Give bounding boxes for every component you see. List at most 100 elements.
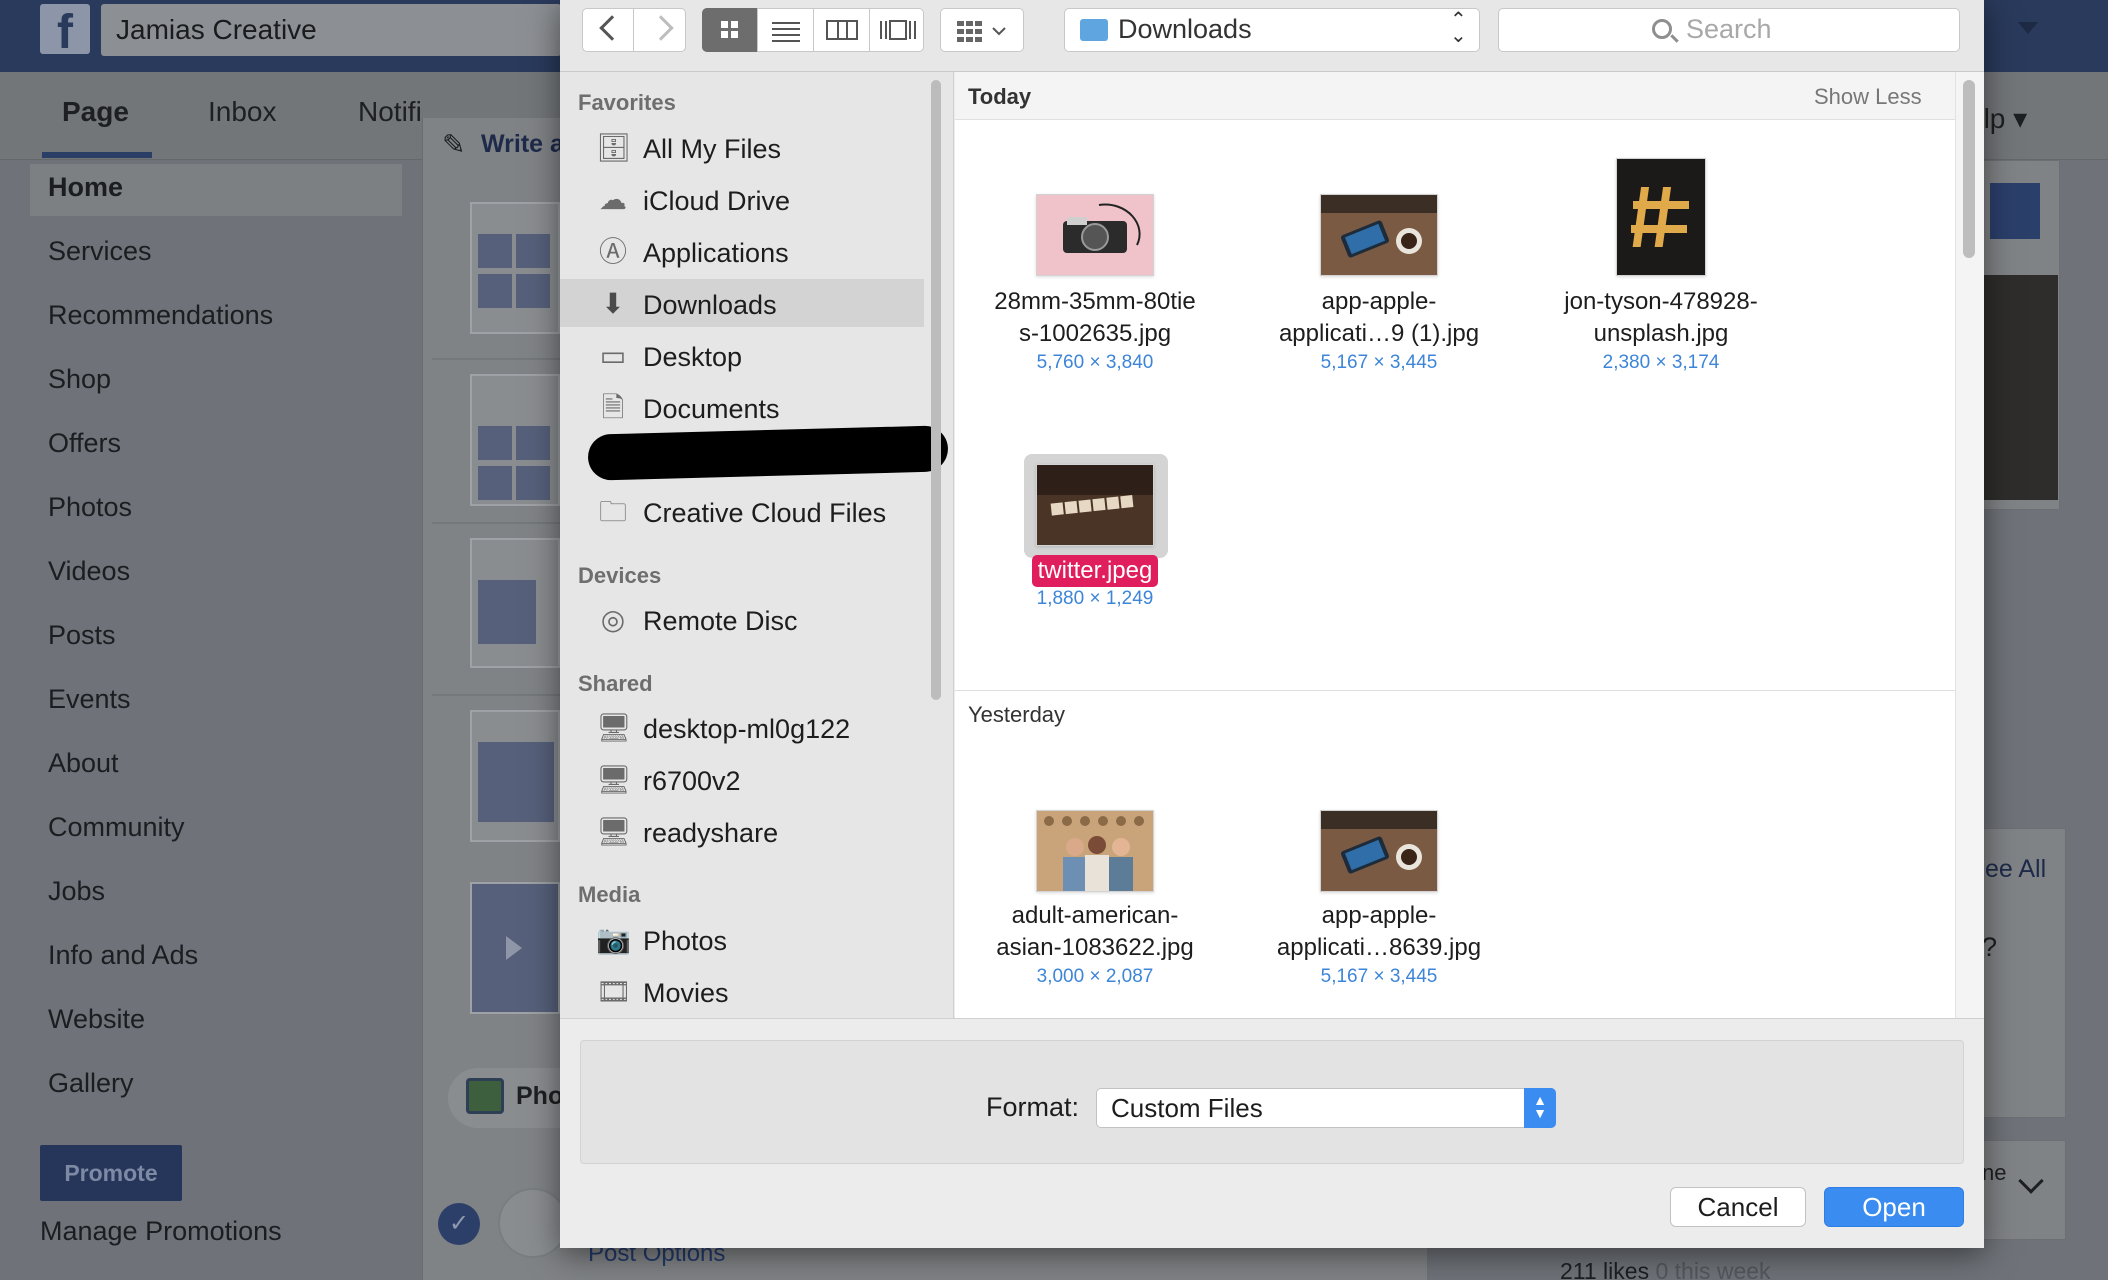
layout-template-card[interactable] (470, 202, 560, 334)
people-photo-thumbnail (1037, 811, 1153, 891)
column-view-button[interactable] (814, 8, 869, 52)
layout-template-card[interactable] (470, 538, 560, 668)
sidebar-item-icloud-drive[interactable]: iCloud Drive (643, 186, 790, 217)
manage-promotions-link[interactable]: Manage Promotions (40, 1216, 282, 1247)
downloads-folder-icon (1080, 19, 1108, 41)
facebook-logo[interactable]: f (40, 4, 90, 59)
sidebar-item-remote-disc[interactable]: Remote Disc (643, 606, 798, 637)
file-thumbnail[interactable] (1320, 810, 1438, 892)
format-select[interactable]: Custom Files (1096, 1088, 1556, 1128)
arrange-button[interactable] (940, 8, 1024, 52)
sidebar-item-recommendations[interactable]: Recommendations (48, 300, 273, 331)
post-options-icon[interactable] (498, 1188, 568, 1258)
file-dimensions: 5,760 × 3,840 (1036, 352, 1154, 373)
open-button[interactable]: Open (1824, 1187, 1964, 1227)
network-computer-icon: 🖥 (596, 764, 632, 795)
facebook-search-input[interactable]: Jamias Creative (101, 4, 561, 56)
file-dimensions: 1,880 × 1,249 (1036, 588, 1154, 609)
sidebar-item-creative-cloud[interactable]: Creative Cloud Files (643, 498, 886, 529)
sidebar-section-shared: Shared (578, 671, 653, 696)
sidebar-item-posts[interactable]: Posts (48, 620, 116, 651)
divider (432, 694, 562, 696)
network-computer-icon: 🖥 (596, 712, 632, 743)
sidebar-item-photos[interactable]: Photos (643, 926, 727, 957)
sidebar-item-gallery[interactable]: Gallery (48, 1068, 134, 1099)
sidebar-item-downloads[interactable]: Downloads (643, 290, 777, 321)
file-scrollbar[interactable] (1963, 80, 1975, 258)
right-action-button[interactable] (1990, 183, 2040, 239)
checkmark-icon[interactable]: ✓ (438, 1203, 480, 1245)
play-icon (506, 936, 522, 960)
sidebar-item-all-my-files[interactable]: All My Files (643, 134, 781, 165)
file-dimensions: 3,000 × 2,087 (1036, 966, 1154, 987)
file-thumbnail[interactable] (1320, 194, 1438, 276)
sidebar-item-movies[interactable]: Movies (643, 978, 729, 1009)
file-thumbnail-selected[interactable] (1036, 464, 1154, 546)
sidebar-item-events[interactable]: Events (48, 684, 131, 715)
sidebar-item-documents[interactable]: Documents (643, 394, 780, 425)
hashtag-lights-thumbnail (1617, 159, 1705, 275)
sidebar-item-about[interactable]: About (48, 748, 119, 779)
current-folder-label: Downloads (1118, 14, 1252, 44)
film-icon: 🎞 (596, 976, 632, 1007)
file-name: unsplash.jpg (1593, 320, 1729, 347)
sidebar-item-readyshare[interactable]: readyshare (643, 818, 778, 849)
select-arrows-icon: ▲ ▼ (1524, 1088, 1556, 1128)
grid-icon (721, 21, 738, 38)
file-name: adult-american- (1011, 902, 1179, 929)
sidebar-section-media: Media (578, 882, 641, 907)
columns-icon (826, 20, 858, 40)
layout-template-card[interactable] (470, 710, 560, 842)
tab-notifications[interactable]: Notifi (358, 96, 422, 128)
layout-template-card[interactable] (470, 374, 560, 506)
cancel-button[interactable]: Cancel (1670, 1187, 1806, 1227)
sidebar-item-website[interactable]: Website (48, 1004, 145, 1035)
sidebar-item-applications[interactable]: Applications (643, 238, 789, 269)
file-name: s-1002635.jpg (1018, 320, 1172, 347)
tab-inbox[interactable]: Inbox (208, 96, 277, 128)
file-thumbnail[interactable] (1616, 158, 1706, 276)
icon-view-button[interactable] (702, 8, 757, 52)
file-name: twitter.jpeg (965, 555, 1225, 587)
file-dimensions: 2,380 × 3,174 (1602, 352, 1720, 373)
sidebar-item-r6700v2[interactable]: r6700v2 (643, 766, 741, 797)
yesterday-group-label: Yesterday (968, 702, 1066, 727)
camera-icon: 📷 (596, 924, 631, 955)
file-name: 28mm-35mm-80tie (994, 288, 1196, 315)
file-dimensions: 5,167 × 3,445 (1320, 966, 1438, 987)
likes-count: 211 likes (1560, 1258, 1650, 1280)
file-dimensions: 5,167 × 3,445 (1320, 352, 1438, 373)
account-menu-caret-icon[interactable] (2018, 22, 2038, 34)
show-less-button[interactable]: Show Less (1814, 84, 1922, 110)
sidebar-item-community[interactable]: Community (48, 812, 185, 843)
sidebar-item-info-and-ads[interactable]: Info and Ads (48, 940, 198, 971)
list-view-button[interactable] (758, 8, 813, 52)
sidebar-section-favorites: Favorites (578, 90, 676, 115)
sidebar-item-home[interactable]: Home (48, 172, 123, 203)
file-thumbnail[interactable] (1036, 810, 1154, 892)
documents-icon: 🗎 (601, 392, 625, 423)
sidebar-item-offers[interactable]: Offers (48, 428, 121, 459)
tab-page[interactable]: Page (62, 96, 129, 128)
sidebar-item-videos[interactable]: Videos (48, 556, 130, 587)
see-all-link[interactable]: ee All (1985, 855, 2046, 884)
active-tab-indicator (42, 152, 152, 158)
sidebar-item-photos[interactable]: Photos (48, 492, 132, 523)
sidebar-item-shop[interactable]: Shop (48, 364, 111, 395)
sidebar-item-services[interactable]: Services (48, 236, 152, 267)
right-card-label: ne (1982, 1160, 2007, 1185)
file-thumbnail[interactable] (1036, 194, 1154, 276)
sidebar-item-desktop[interactable]: Desktop (643, 342, 742, 373)
format-label: Format: (986, 1092, 1080, 1122)
network-computer-icon: 🖥 (596, 816, 632, 847)
promote-button[interactable]: Promote (40, 1145, 182, 1201)
sidebar-scrollbar[interactable] (931, 80, 941, 700)
write-post-label[interactable]: Write a (481, 130, 564, 159)
file-name: applicati…8639.jpg (1276, 934, 1482, 961)
cloud-icon: ☁ (599, 184, 627, 215)
disc-icon: ◎ (600, 604, 626, 635)
cover-flow-button[interactable] (870, 8, 925, 52)
file-name: asian-1083622.jpg (996, 934, 1194, 961)
sidebar-item-desktop-ml0g122[interactable]: desktop-ml0g122 (643, 714, 850, 745)
sidebar-item-jobs[interactable]: Jobs (48, 876, 105, 907)
